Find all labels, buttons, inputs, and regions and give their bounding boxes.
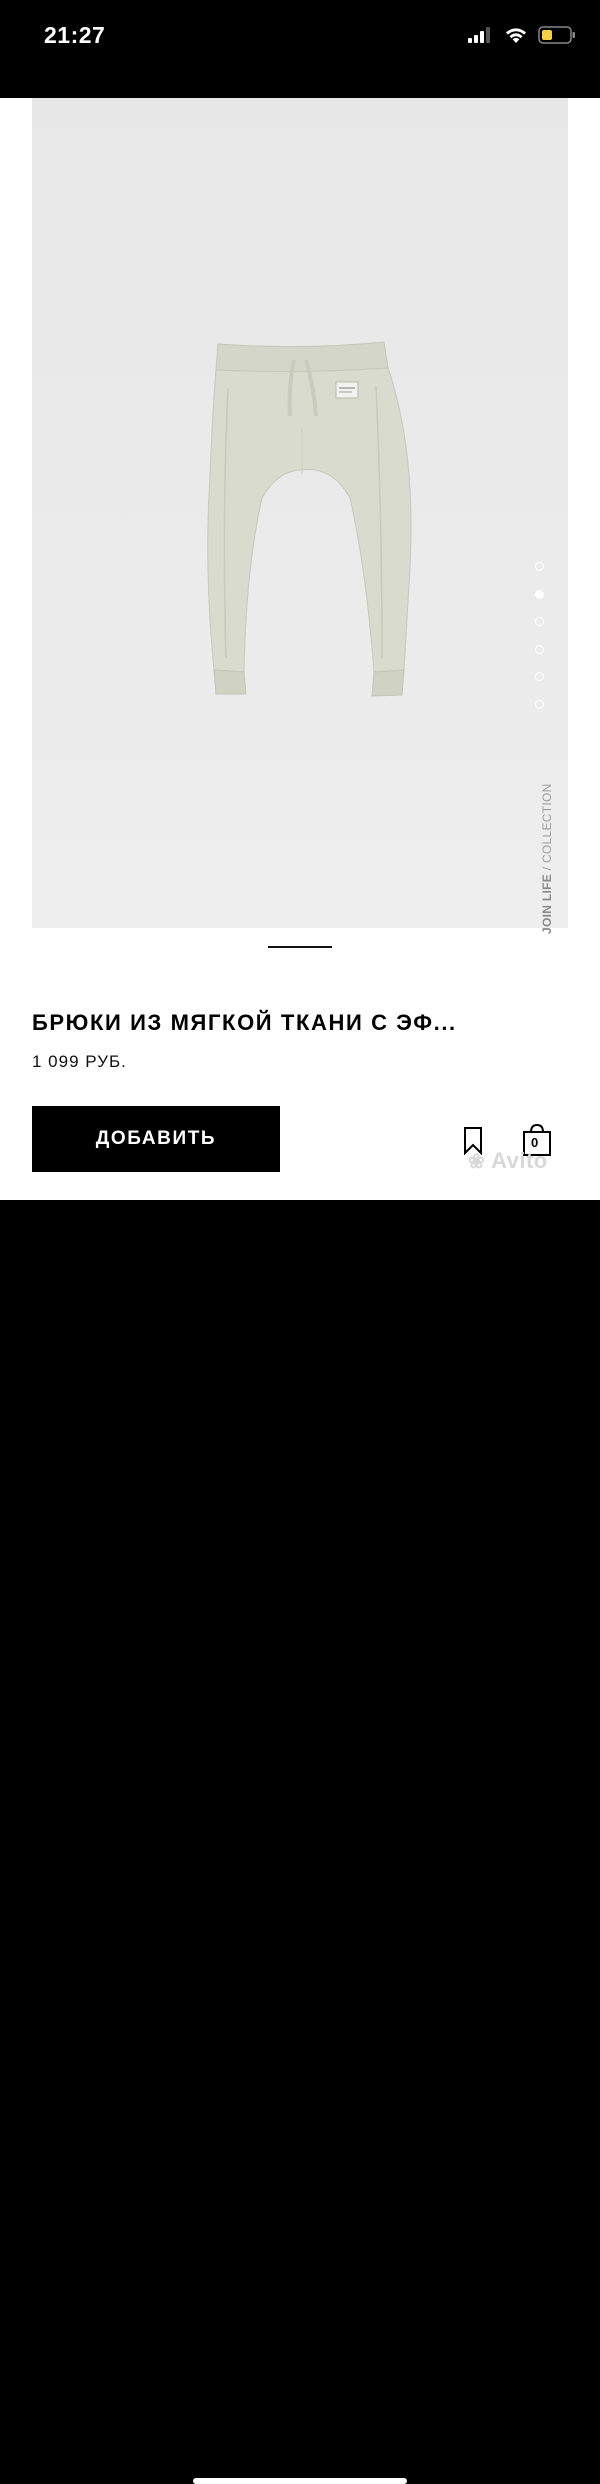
collection-label-rest: / COLLECTION [540, 783, 554, 874]
watermark-text: Avito [491, 1148, 548, 1173]
gallery-dot[interactable] [535, 644, 544, 654]
gallery-dot[interactable] [535, 699, 544, 709]
collection-label-bold: JOIN LIFE [540, 873, 554, 934]
add-to-cart-button[interactable]: ДОБАВИТЬ [32, 1106, 280, 1172]
battery-icon [538, 25, 576, 49]
product-title: БРЮКИ ИЗ МЯГКОЙ ТКАНИ С ЭФ... [32, 1010, 457, 1035]
gallery-dot[interactable] [535, 617, 544, 626]
home-bar [0, 1200, 600, 2484]
collection-label: JOIN LIFE / COLLECTION [540, 783, 554, 934]
product-photo[interactable] [32, 98, 568, 928]
home-indicator[interactable] [193, 2478, 407, 2484]
product-screen: JOIN LIFE / COLLECTION БРЮКИ ИЗ МЯГКОЙ Т… [0, 98, 600, 1200]
gallery-position-line [268, 946, 332, 948]
gallery-dot-active[interactable] [535, 589, 544, 599]
wifi-icon [504, 26, 528, 49]
gallery-dot[interactable] [535, 672, 544, 681]
product-price: 1 099 РУБ. [32, 1052, 127, 1071]
gallery-dots [535, 562, 549, 727]
pants-image [32, 98, 568, 928]
avito-watermark: ❀ Avito [468, 1148, 548, 1174]
status-time: 21:27 [44, 22, 106, 48]
signal-icon [468, 26, 494, 48]
gallery-dot[interactable] [535, 562, 544, 571]
status-bar: 21:27 [0, 0, 600, 98]
status-icons [468, 25, 576, 49]
paw-icon: ❀ [468, 1151, 486, 1173]
